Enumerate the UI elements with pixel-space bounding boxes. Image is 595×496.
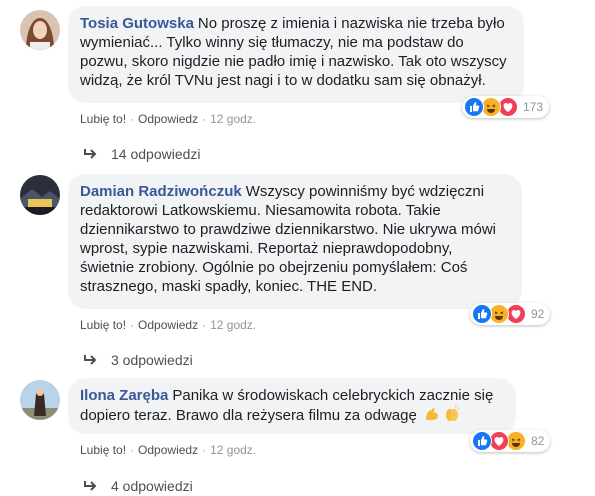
reaction-count: 82 xyxy=(531,434,545,448)
comment-time[interactable]: 12 godz. xyxy=(210,443,256,457)
like-button[interactable]: Lubię to! xyxy=(80,112,126,126)
reaction-summary[interactable]: 173 xyxy=(462,96,550,118)
comment-time[interactable]: 12 godz. xyxy=(210,318,256,332)
comment-bubble: Damian Radziwończuk Wszyscy powinniśmy by… xyxy=(68,174,522,309)
reply-button[interactable]: Odpowiedz xyxy=(138,318,198,332)
reply-button[interactable]: Odpowiedz xyxy=(138,443,198,457)
view-replies-link[interactable]: 3 odpowiedzi xyxy=(83,352,193,368)
like-button[interactable]: Lubię to! xyxy=(80,443,126,457)
separator: · xyxy=(202,443,207,457)
reply-arrow-icon xyxy=(84,355,97,365)
reaction-count: 92 xyxy=(531,307,545,321)
separator: · xyxy=(202,112,207,126)
view-replies-link[interactable]: 4 odpowiedzi xyxy=(83,478,193,494)
comment-bubble: Tosia Gutowska No proszę z imienia i nazw… xyxy=(68,6,524,103)
avatar[interactable] xyxy=(20,380,60,420)
view-replies-link[interactable]: 14 odpowiedzi xyxy=(83,146,201,162)
comment-bubble: Ilona Zaręba Panika w środowiskach celebr… xyxy=(68,378,516,434)
reaction-count: 173 xyxy=(523,100,544,114)
reply-arrow-icon xyxy=(84,481,97,491)
separator: · xyxy=(130,318,135,332)
replies-count: 3 odpowiedzi xyxy=(111,352,193,368)
like-icon xyxy=(472,431,492,451)
avatar[interactable] xyxy=(20,10,60,50)
comment-author[interactable]: Ilona Zaręba xyxy=(80,387,168,404)
reaction-summary[interactable]: 92 xyxy=(470,303,551,325)
reply-button[interactable]: Odpowiedz xyxy=(138,112,198,126)
reaction-summary[interactable]: 82 xyxy=(470,430,551,452)
flexed-biceps-icon xyxy=(426,408,439,420)
comment-author[interactable]: Tosia Gutowska xyxy=(80,15,194,32)
like-button[interactable]: Lubię to! xyxy=(80,318,126,332)
haha-icon xyxy=(506,431,526,451)
haha-icon xyxy=(481,97,501,117)
love-icon xyxy=(498,97,518,117)
separator: · xyxy=(130,443,135,457)
replies-count: 14 odpowiedzi xyxy=(111,146,201,162)
comment-actions: Lubię to! · Odpowiedz · 12 godz. xyxy=(80,112,256,126)
like-icon xyxy=(464,97,484,117)
reply-arrow-icon xyxy=(84,149,97,159)
separator: · xyxy=(202,318,207,332)
like-icon xyxy=(472,304,492,324)
comment-actions: Lubię to! · Odpowiedz · 12 godz. xyxy=(80,318,256,332)
separator: · xyxy=(130,112,135,126)
clapping-hands-icon xyxy=(446,405,460,421)
haha-icon xyxy=(489,304,509,324)
avatar[interactable] xyxy=(20,175,60,215)
love-icon xyxy=(489,431,509,451)
comment-actions: Lubię to! · Odpowiedz · 12 godz. xyxy=(80,443,256,457)
comment-author[interactable]: Damian Radziwończuk xyxy=(80,183,242,200)
comment-time[interactable]: 12 godz. xyxy=(210,112,256,126)
replies-count: 4 odpowiedzi xyxy=(111,478,193,494)
love-icon xyxy=(506,304,526,324)
